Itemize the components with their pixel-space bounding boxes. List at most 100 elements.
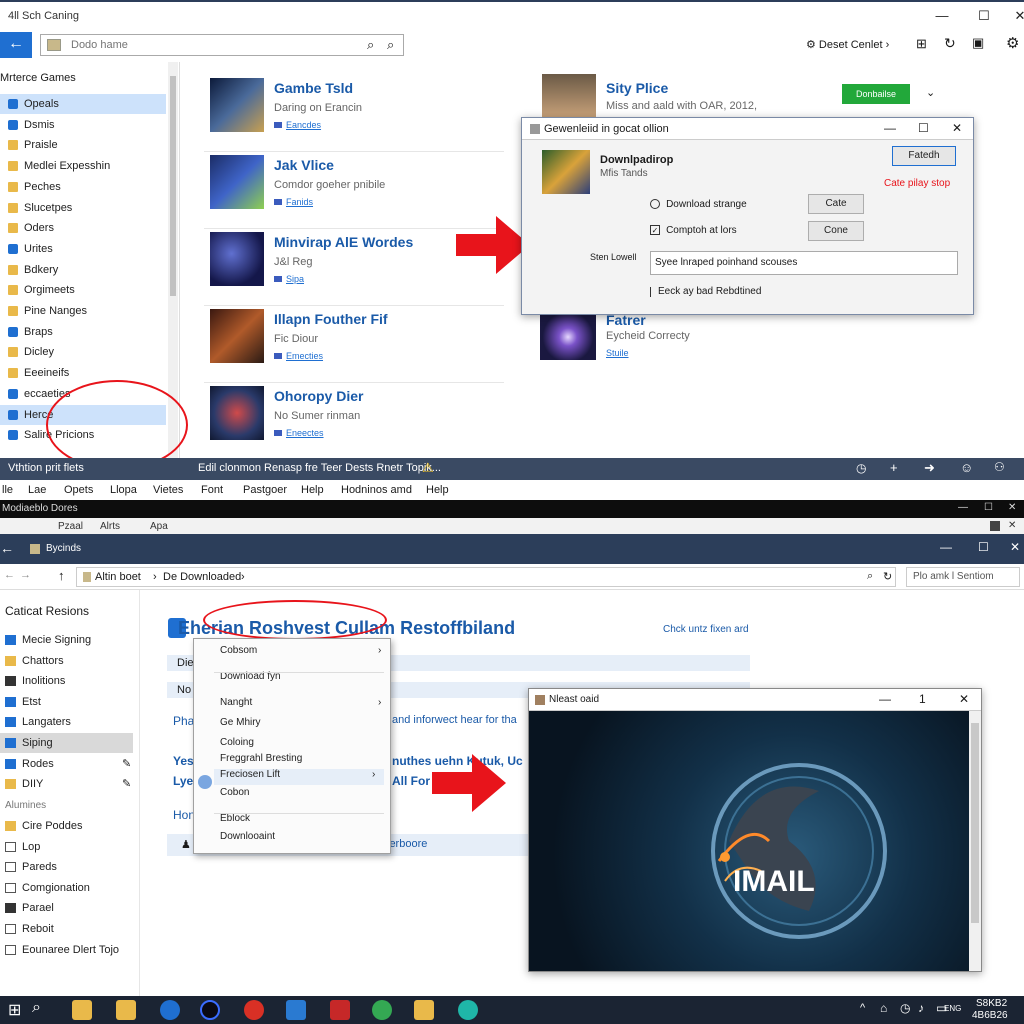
sidebar-item[interactable]: Eounaree Dlert Tojo (0, 940, 133, 960)
close-icon[interactable]: ✕ (1008, 520, 1016, 531)
menu-item[interactable]: Ge Mhiry (220, 717, 390, 733)
scrollbar-thumb[interactable] (971, 723, 979, 923)
gear-icon[interactable]: ⚙ (1006, 34, 1019, 52)
clock-time[interactable]: S8KB2 (976, 998, 1007, 1009)
sidebar-item[interactable]: Cire Poddes (0, 816, 133, 836)
checkbox-icon[interactable] (650, 286, 658, 297)
sidebar-item[interactable]: Inolitions (0, 671, 133, 691)
close-button[interactable]: ✕ (1000, 8, 1024, 24)
search-input[interactable]: Plo amk l Sentiom (906, 567, 1020, 587)
app-icon[interactable] (200, 1000, 220, 1020)
close-button[interactable]: ✕ (952, 121, 962, 135)
menu-item[interactable]: Coloing (220, 737, 390, 753)
maximize-button[interactable]: ☐ (918, 121, 929, 135)
menu-item[interactable]: Freciosen Lift › (214, 769, 384, 785)
edit-icon[interactable]: ✎ (122, 777, 131, 790)
option1-button[interactable]: Cate (808, 194, 864, 214)
bottom-checkbox[interactable]: Eeck ay bad Rebdtined (650, 286, 761, 297)
sidebar-item[interactable]: Dsmis (0, 115, 166, 135)
search-icon[interactable]: ⌕ (367, 37, 374, 53)
sidebar-item[interactable]: Chattors (0, 651, 133, 671)
search-input[interactable] (41, 35, 321, 55)
sidebar-item[interactable]: Urites (0, 239, 166, 259)
minimize-button[interactable]: — (879, 692, 891, 706)
back-arrow-icon[interactable]: ← (0, 540, 14, 556)
breadcrumb-item[interactable]: Altin boet (95, 571, 141, 583)
edge-icon[interactable] (160, 1000, 180, 1020)
edit-icon[interactable]: ✎ (122, 757, 131, 770)
game-title[interactable]: Ohoropy Dier (274, 388, 363, 404)
game-title[interactable]: Jak Vlice (274, 157, 334, 173)
breadcrumb-item[interactable]: De Downloaded (163, 571, 241, 583)
network-icon[interactable]: ⌂ (880, 1001, 887, 1015)
window-icon[interactable] (990, 521, 1000, 531)
game-link[interactable]: Eancdes (274, 120, 321, 130)
tray-arrow-icon[interactable]: ^ (860, 1002, 865, 1014)
window-icon[interactable]: ▣ (972, 35, 984, 51)
sidebar-item[interactable]: Langaters (0, 712, 133, 732)
browser-icon[interactable] (244, 1000, 264, 1020)
refresh-icon[interactable]: ↻ (944, 35, 956, 52)
game-card[interactable]: Illapn Fouther Fif Fic Diour Emecties (204, 307, 504, 383)
sidebar-item[interactable]: Braps (0, 322, 166, 342)
menu-item[interactable]: Font (201, 484, 223, 496)
refresh-icon[interactable]: ↻ (883, 570, 892, 583)
right-card-2-link[interactable]: Stuile (606, 348, 629, 358)
clock-icon[interactable]: ◷ (900, 1001, 910, 1015)
close-button[interactable]: ✕ (1010, 540, 1020, 554)
close-button[interactable]: ✕ (1008, 502, 1016, 513)
download-button[interactable]: Donbailse (842, 84, 910, 104)
sidebar-item[interactable]: Comgionation (0, 878, 133, 898)
sidebar-item[interactable]: Eeeineifs (0, 363, 166, 383)
folder-icon[interactable] (116, 1000, 136, 1020)
game-link[interactable]: Eneectes (274, 428, 324, 438)
sidebar-item[interactable]: Bdkery (0, 260, 166, 280)
radio-icon[interactable] (650, 199, 660, 210)
maximize-button[interactable]: ☐ (964, 8, 1004, 24)
sidebar-item[interactable]: Etst (0, 692, 133, 712)
search-box[interactable]: ⌕ ⌕ (40, 34, 404, 56)
sidebar-item[interactable]: Reboit (0, 919, 133, 939)
sidebar-item[interactable]: Medlei Expesshin (0, 156, 166, 176)
menu-item[interactable]: Pastgoer (243, 484, 287, 496)
tab[interactable]: Pzaal (58, 521, 83, 532)
menu-item[interactable]: Downlooaint (220, 831, 390, 847)
menu-item[interactable]: Cobsom › (220, 645, 390, 661)
menu-item[interactable]: Hodninos amd (341, 484, 412, 496)
sidebar-item[interactable]: Siping (0, 733, 133, 753)
back-arrow-icon[interactable]: ← (4, 569, 15, 581)
menu-item[interactable]: Opets (64, 484, 93, 496)
sidebar-item[interactable]: Pine Nanges (0, 301, 166, 321)
maximize-button[interactable]: ☐ (984, 502, 993, 513)
checkbox-icon[interactable]: ✓ (650, 225, 660, 236)
chrome-icon[interactable] (372, 1000, 392, 1020)
people-icon[interactable]: ⚇ (994, 460, 1005, 474)
close-button[interactable]: ✕ (959, 692, 969, 706)
up-arrow-icon[interactable]: ↑ (58, 568, 65, 583)
minimize-button[interactable]: — (922, 8, 962, 23)
sidebar-item[interactable]: Peches (0, 177, 166, 197)
sidebar-item[interactable]: Pareds (0, 857, 133, 877)
sidebar-item[interactable]: Opeals (0, 94, 166, 114)
menu-item[interactable]: Help (426, 484, 449, 496)
option2-button[interactable]: Cone (808, 221, 864, 241)
sidebar-item[interactable]: Rodes (0, 754, 133, 774)
sidebar-item[interactable]: Oders (0, 218, 166, 238)
scrollbar[interactable] (969, 711, 981, 971)
option-checkbox[interactable]: ✓ Comptoh at lors (650, 224, 737, 236)
sidebar-item[interactable]: Dicley (0, 342, 166, 362)
sidebar-item[interactable]: Lop (0, 837, 133, 857)
tab[interactable]: Alrts (100, 521, 120, 532)
sidebar-item[interactable]: Orgimeets (0, 280, 166, 300)
heading-link[interactable]: Chck untz fixen ard (663, 624, 749, 635)
menu-item[interactable]: Llopa (110, 484, 137, 496)
search-icon[interactable]: ⌕ (32, 999, 41, 1017)
scrollbar-thumb[interactable] (170, 76, 176, 296)
folder-icon[interactable] (414, 1000, 434, 1020)
tab[interactable]: Apa (150, 521, 168, 532)
menu-item[interactable]: Freggrahl Bresting (220, 753, 390, 769)
game-title[interactable]: Gambe Tsld (274, 80, 353, 96)
restore-button[interactable]: 1 (919, 692, 926, 706)
media-icon[interactable] (330, 1000, 350, 1020)
menu-item[interactable]: Download fyn (220, 671, 390, 687)
